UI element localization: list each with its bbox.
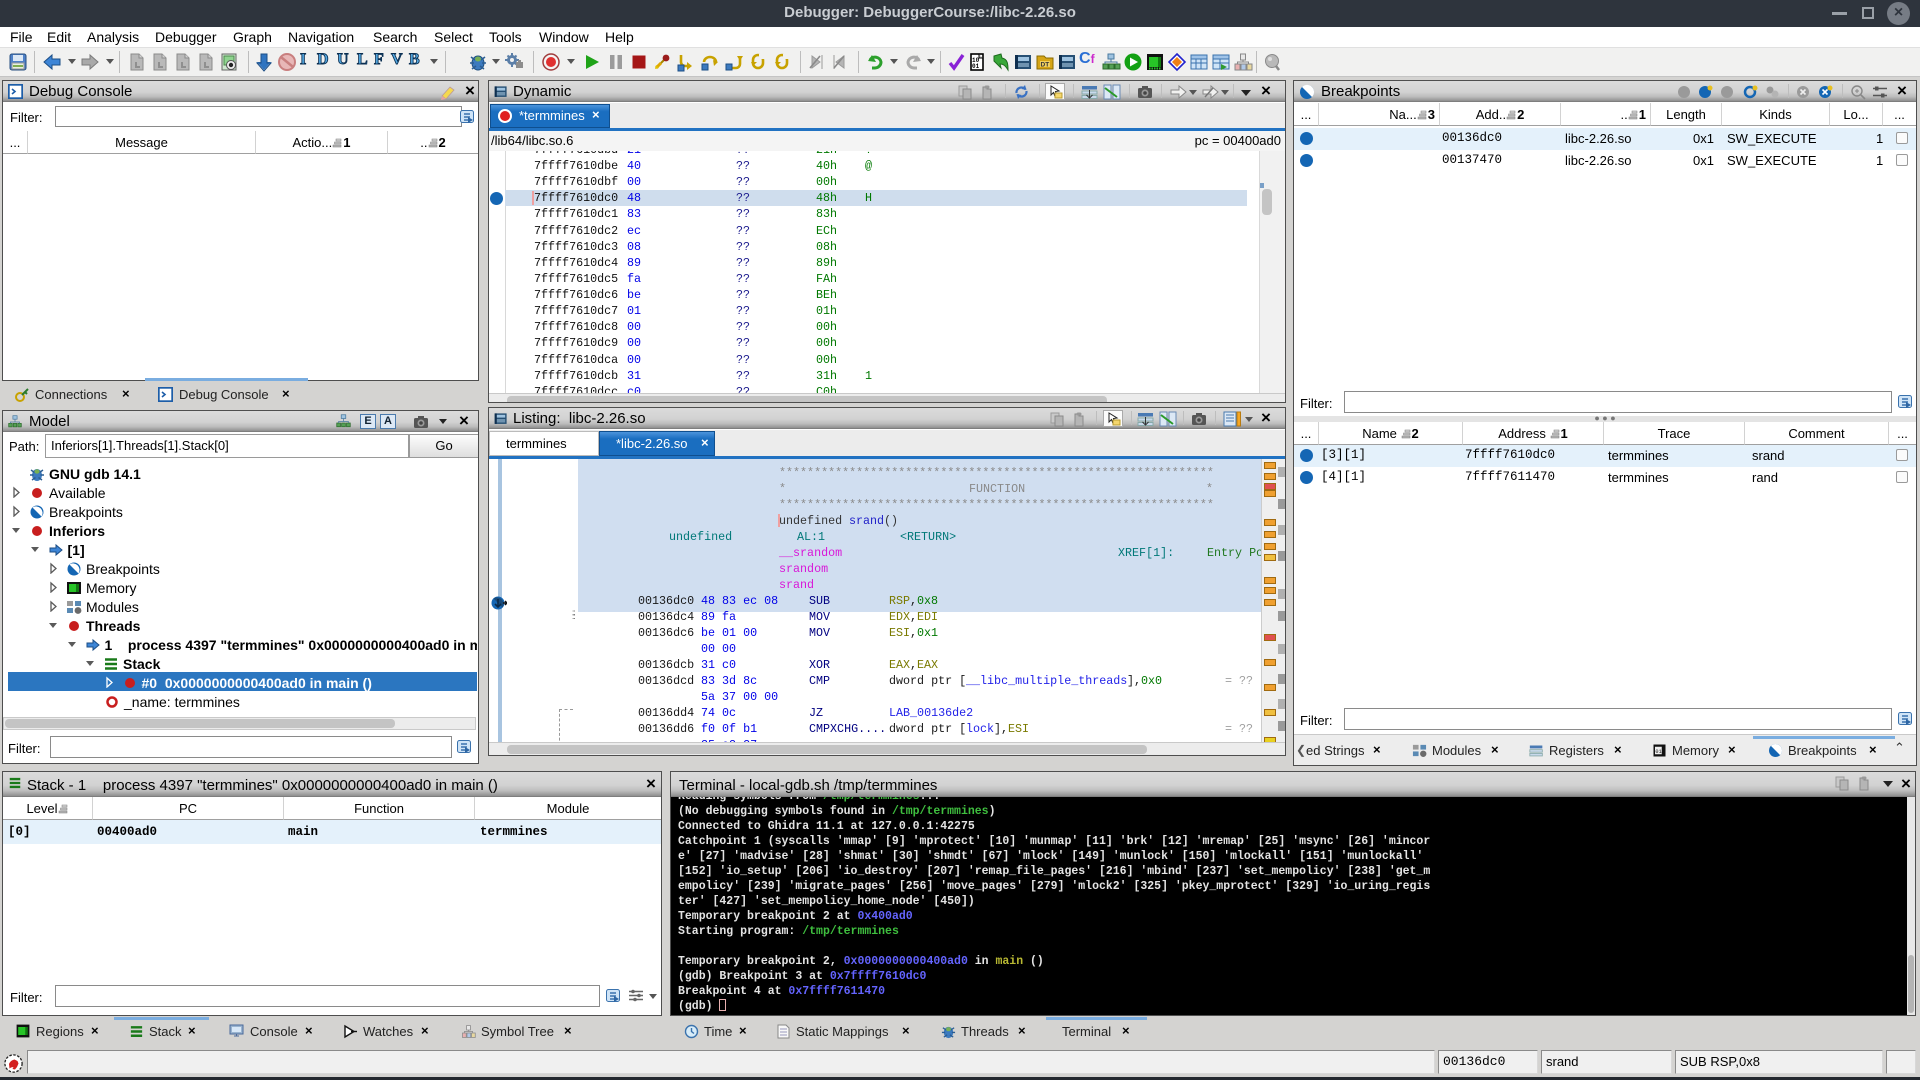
svg-text:01: 01 — [1655, 749, 1661, 755]
svg-text:01: 01 — [972, 63, 980, 70]
svg-text:DT: DT — [1041, 62, 1050, 69]
